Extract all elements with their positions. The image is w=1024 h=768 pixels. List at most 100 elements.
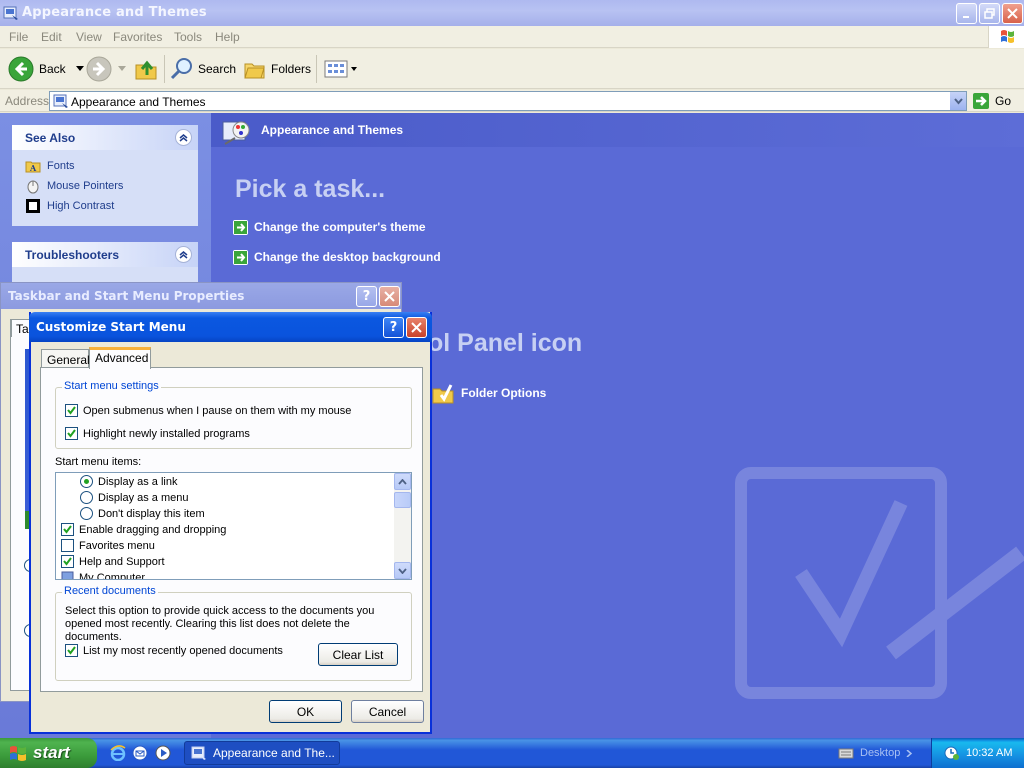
- task-change-background-label: Change the desktop background: [254, 250, 441, 264]
- menu-favorites[interactable]: Favorites: [113, 30, 162, 44]
- folders-button[interactable]: Folders: [243, 55, 311, 83]
- mouse-pointer-icon: [27, 180, 39, 194]
- menu-file[interactable]: File: [9, 30, 28, 44]
- clock[interactable]: 10:32 AM: [966, 747, 1012, 759]
- minimize-icon: [962, 15, 969, 18]
- desktop-toolbar[interactable]: Desktop: [838, 746, 913, 760]
- cancel-button[interactable]: Cancel: [351, 700, 424, 723]
- checkbox-box[interactable]: [61, 539, 74, 552]
- list-item[interactable]: Favorites menu: [61, 539, 155, 552]
- collapse-icon[interactable]: [175, 246, 192, 263]
- category-header: Appearance and Themes: [211, 113, 1024, 147]
- address-dropdown-button[interactable]: [949, 92, 966, 110]
- see-also-title: See Also: [25, 131, 76, 145]
- menu-tools[interactable]: Tools: [174, 30, 202, 44]
- highlight-new-programs-checkbox[interactable]: Highlight newly installed programs: [65, 427, 250, 440]
- fonts-label: Fonts: [47, 160, 75, 172]
- close-icon: [411, 322, 422, 333]
- list-item-label: Don't display this item: [98, 507, 205, 520]
- forward-button[interactable]: [86, 55, 126, 83]
- window-title: Appearance and Themes: [22, 5, 207, 20]
- checkbox-box[interactable]: [65, 427, 78, 440]
- go-button[interactable]: Go: [972, 91, 1011, 111]
- start-label: start: [33, 743, 70, 762]
- checkmark-icon: [67, 429, 76, 438]
- fonts-link[interactable]: A Fonts: [25, 158, 75, 174]
- outlook-express-icon[interactable]: [132, 745, 148, 761]
- tab-general[interactable]: General: [41, 349, 90, 368]
- toolbar-separator: [316, 55, 317, 83]
- folder-options-link[interactable]: Folder Options: [431, 381, 546, 405]
- menu-help[interactable]: Help: [215, 30, 240, 44]
- control-panel-icon: [191, 746, 206, 760]
- open-submenus-checkbox[interactable]: Open submenus when I pause on them with …: [65, 404, 351, 417]
- radio-display-link[interactable]: [80, 475, 93, 488]
- folder-options-label: Folder Options: [461, 386, 547, 400]
- ok-button[interactable]: OK: [269, 700, 342, 723]
- close-button[interactable]: [1002, 3, 1023, 24]
- list-item[interactable]: Help and Support: [61, 555, 165, 568]
- up-folder-button[interactable]: [134, 55, 158, 83]
- folders-icon: [244, 63, 265, 79]
- desktop-label: Desktop: [860, 747, 901, 759]
- troubleshooters-title: Troubleshooters: [25, 248, 120, 262]
- see-also-panel: See Also A Fonts Mouse Pointers High Con…: [12, 125, 198, 226]
- views-button[interactable]: [324, 55, 357, 83]
- address-input[interactable]: Appearance and Themes: [49, 91, 967, 111]
- checkbox-box[interactable]: [61, 555, 74, 568]
- recent-documents-group: Recent documents Select this option to p…: [55, 585, 412, 681]
- list-item[interactable]: Display as a menu: [80, 491, 189, 504]
- list-item-label: Favorites menu: [79, 539, 155, 552]
- checkmark-icon: [63, 525, 72, 534]
- clock-icon[interactable]: [944, 745, 960, 761]
- high-contrast-link[interactable]: High Contrast: [25, 198, 114, 214]
- menu-edit[interactable]: Edit: [41, 30, 62, 44]
- collapse-icon[interactable]: [175, 129, 192, 146]
- start-button[interactable]: start: [0, 738, 97, 768]
- list-item[interactable]: Don't display this item: [80, 507, 205, 520]
- mouse-pointers-link[interactable]: Mouse Pointers: [25, 178, 123, 194]
- window-titlebar[interactable]: Appearance and Themes: [0, 0, 1024, 26]
- menu-view[interactable]: View: [76, 30, 102, 44]
- list-item[interactable]: My Computer: [61, 571, 145, 579]
- see-also-header[interactable]: See Also: [12, 125, 198, 150]
- recent-documents-legend: Recent documents: [62, 585, 158, 597]
- back-button[interactable]: Back: [8, 55, 84, 83]
- list-item[interactable]: Enable dragging and dropping: [61, 523, 226, 536]
- media-icon[interactable]: [155, 745, 171, 761]
- list-item[interactable]: Display as a link: [80, 475, 177, 488]
- close-icon: [1007, 8, 1018, 19]
- close-button[interactable]: [406, 317, 427, 338]
- help-button[interactable]: ?: [383, 317, 404, 338]
- tab-advanced[interactable]: Advanced: [89, 347, 151, 369]
- clear-list-button[interactable]: Clear List: [318, 643, 398, 666]
- taskbar-button-appearance[interactable]: Appearance and The...: [184, 741, 340, 765]
- checkbox-box[interactable]: [61, 523, 74, 536]
- start-menu-items-list[interactable]: Display as a link Display as a menu Don'…: [55, 472, 412, 580]
- checkbox-box[interactable]: [65, 644, 78, 657]
- task-change-background[interactable]: Change the desktop background: [233, 248, 441, 266]
- list-scrollbar[interactable]: [394, 473, 411, 579]
- windows-flag-icon: [988, 26, 1024, 48]
- checkbox-box[interactable]: [65, 404, 78, 417]
- ie-icon[interactable]: [110, 745, 126, 761]
- scroll-down-button[interactable]: [394, 562, 411, 579]
- customize-start-menu-dialog: Customize Start Menu ? General Advanced …: [29, 312, 432, 734]
- radio-display-menu[interactable]: [80, 491, 93, 504]
- task-change-theme-label: Change the computer's theme: [254, 220, 426, 234]
- help-button[interactable]: ?: [356, 286, 377, 307]
- close-button[interactable]: [379, 286, 400, 307]
- radio-dont-display[interactable]: [80, 507, 93, 520]
- taskbar-properties-titlebar[interactable]: Taskbar and Start Menu Properties ?: [1, 283, 401, 309]
- scroll-thumb[interactable]: [394, 492, 411, 508]
- task-change-theme[interactable]: Change the computer's theme: [233, 218, 426, 236]
- troubleshooters-header[interactable]: Troubleshooters: [12, 242, 198, 267]
- minimize-button[interactable]: [956, 3, 977, 24]
- customize-title: Customize Start Menu: [36, 320, 186, 334]
- scroll-up-button[interactable]: [394, 473, 411, 490]
- search-button[interactable]: Search: [170, 55, 236, 83]
- pick-task-heading: Pick a task...: [235, 175, 386, 203]
- customize-titlebar[interactable]: Customize Start Menu ?: [29, 312, 432, 342]
- restore-button[interactable]: [979, 3, 1000, 24]
- list-recent-documents-checkbox[interactable]: List my most recently opened documents: [65, 644, 283, 657]
